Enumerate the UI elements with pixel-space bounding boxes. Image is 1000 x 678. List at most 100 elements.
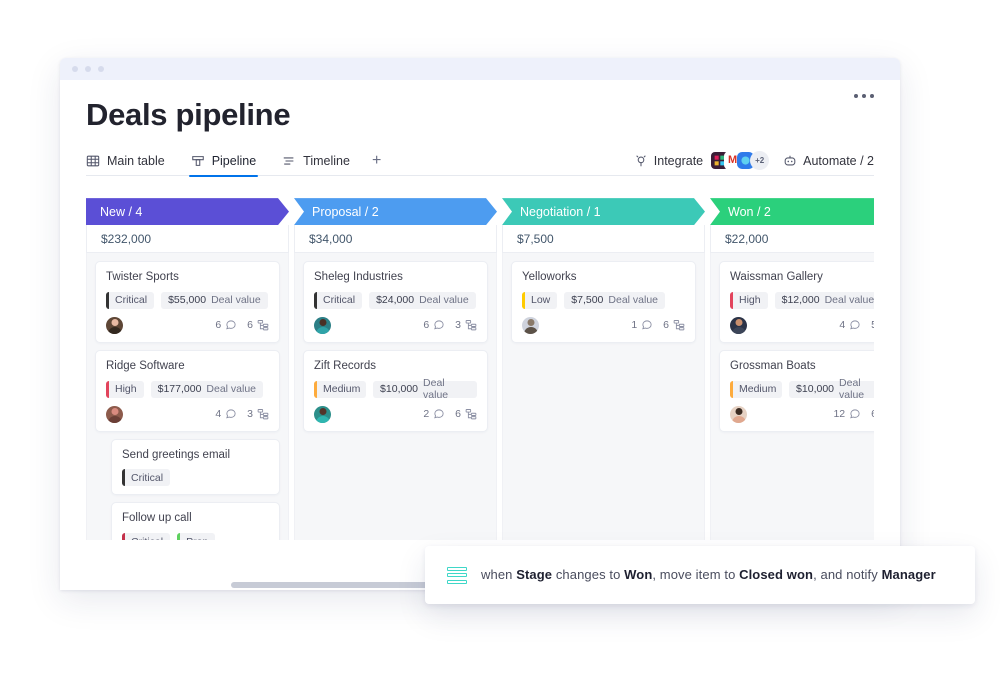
recipe-part: , and notify [813, 566, 882, 582]
tab-timeline[interactable]: Timeline [282, 146, 350, 176]
comment-count-value: 2 [423, 408, 430, 421]
recipe-part-bold: Manager [881, 566, 936, 582]
deal-card[interactable]: Grossman Boats Medium $10,000 Deal value [719, 349, 874, 432]
deal-value-chip[interactable]: $10,000 Deal value [373, 377, 477, 401]
automation-recipe-text: when Stage changes to Won, move item to … [481, 567, 936, 584]
deal-card[interactable]: Twister Sports Critical $55,000 Deal val… [95, 261, 280, 343]
deal-value-chip[interactable]: $12,000 Deal value [774, 291, 874, 309]
avatar[interactable] [106, 405, 123, 423]
deal-value-chip[interactable]: $177,000 Deal value [150, 380, 264, 398]
deal-value-label: Deal value [824, 294, 874, 307]
column-title: Won / 2 [728, 204, 771, 219]
deal-value-amount: $55,000 [168, 294, 207, 307]
window-dot-maximize[interactable] [98, 66, 104, 72]
card-counters: 2 6 [423, 408, 477, 420]
priority-color-bar [122, 469, 125, 487]
board-column-won: Won / 2 $22,000 Waissman Gallery High $1… [710, 198, 874, 541]
column-sum: $34,000 [294, 225, 497, 254]
avatar[interactable] [730, 316, 747, 334]
priority-color-bar [730, 291, 733, 309]
screenshot-root: Deals pipeline Main table Pipeline Timel… [0, 0, 1000, 678]
pipeline-icon [191, 154, 205, 168]
deal-value-chip[interactable]: $10,000 Deal value [789, 377, 874, 401]
app-content: Deals pipeline Main table Pipeline Timel… [60, 80, 900, 541]
deal-card[interactable]: Ridge Software High $177,000 Deal value [95, 349, 280, 432]
integration-app-icons[interactable]: M +2 [711, 151, 770, 171]
tab-label: Timeline [303, 153, 350, 168]
priority-chip[interactable]: High [730, 291, 768, 309]
subitem-count[interactable]: 6 [663, 319, 685, 331]
subitem-card[interactable]: Send greetings email Critical [111, 438, 280, 496]
column-sum-value: $22,000 [725, 231, 769, 246]
priority-color-bar [106, 380, 109, 398]
deal-value-label: Deal value [211, 294, 261, 307]
window-dot-close[interactable] [72, 66, 78, 72]
subitems-icon [673, 320, 685, 331]
priority-chip[interactable]: Critical [122, 533, 171, 541]
subitem-count[interactable]: 3 [247, 408, 269, 420]
subitem-count[interactable]: 3 [455, 319, 477, 331]
avatar[interactable] [106, 316, 123, 334]
priority-chip[interactable]: Medium [314, 380, 367, 398]
card-counters: 6 6 [215, 319, 269, 331]
column-header[interactable]: Won / 2 [710, 198, 874, 225]
deal-card[interactable]: Yelloworks Low $7,500 Deal value 1 6 [511, 261, 696, 343]
subitem-count[interactable]: 6 [871, 408, 874, 420]
subitem-count-value: 6 [247, 319, 253, 332]
comment-count[interactable]: 4 [215, 408, 237, 420]
pipeline-board: New / 4 $232,000 Twister Sports Critical [86, 198, 874, 541]
avatar[interactable] [730, 405, 747, 423]
timeline-icon [282, 154, 296, 168]
subitem-count[interactable]: 5 [871, 319, 874, 331]
deal-value-label: Deal value [419, 294, 469, 307]
avatar[interactable] [314, 316, 331, 334]
priority-chip[interactable]: Low [522, 291, 558, 309]
tab-main-table[interactable]: Main table [86, 146, 165, 176]
integrate-button[interactable]: Integrate M +2 [634, 151, 770, 171]
priority-chip[interactable]: Critical [106, 291, 155, 309]
apps-more-badge: +2 [750, 151, 770, 171]
tab-pipeline[interactable]: Pipeline [188, 146, 259, 177]
window-dot-minimize[interactable] [85, 66, 91, 72]
deal-value-label: Deal value [206, 383, 257, 396]
board-overflow-menu-button[interactable] [854, 94, 874, 98]
priority-color-bar [314, 291, 317, 309]
column-header[interactable]: Negotiation / 1 [502, 198, 705, 225]
comment-count[interactable]: 4 [839, 319, 861, 331]
subitem-card[interactable]: Follow up call Critical Prep [111, 502, 280, 541]
column-header[interactable]: New / 4 [86, 198, 289, 225]
subitem-count[interactable]: 6 [247, 319, 269, 331]
comment-count[interactable]: 1 [631, 319, 653, 331]
priority-chip[interactable]: Critical [314, 291, 363, 309]
deal-value-chip[interactable]: $55,000 Deal value [161, 291, 268, 309]
automation-recipe-banner[interactable]: when Stage changes to Won, move item to … [425, 546, 975, 604]
column-title: New / 4 [100, 204, 143, 219]
add-view-button[interactable]: + [368, 152, 385, 169]
column-header[interactable]: Proposal / 2 [294, 198, 497, 225]
avatar[interactable] [314, 405, 331, 423]
comment-count[interactable]: 2 [423, 408, 445, 420]
automate-button[interactable]: Automate / 2 [783, 154, 874, 168]
comment-icon [850, 320, 860, 330]
priority-chip[interactable]: High [106, 380, 144, 398]
card-counters: 6 3 [423, 319, 477, 331]
card-footer: 4 5 [730, 316, 874, 334]
comment-count[interactable]: 12 [833, 408, 861, 420]
priority-chip[interactable]: Medium [730, 380, 783, 398]
deal-value-chip[interactable]: $7,500 Deal value [564, 291, 666, 309]
deal-card[interactable]: Zift Records Medium $10,000 Deal value 2… [303, 349, 488, 432]
comment-count[interactable]: 6 [423, 319, 445, 331]
subitem-count-value: 6 [455, 408, 461, 421]
deal-card[interactable]: Sheleg Industries Critical $24,000 Deal … [303, 261, 488, 343]
comment-count[interactable]: 6 [215, 319, 237, 331]
priority-chip[interactable]: Critical [122, 469, 171, 487]
integrate-icon [634, 154, 648, 168]
deal-value-amount: $7,500 [571, 294, 604, 307]
subitem-count[interactable]: 6 [455, 408, 477, 420]
priority-label: Critical [323, 294, 356, 307]
deal-value-chip[interactable]: $24,000 Deal value [369, 291, 476, 309]
avatar[interactable] [522, 316, 539, 334]
status-chip[interactable]: Prep [177, 533, 216, 541]
deal-card[interactable]: Waissman Gallery High $12,000 Deal value [719, 261, 874, 343]
comment-count-value: 6 [423, 319, 430, 332]
